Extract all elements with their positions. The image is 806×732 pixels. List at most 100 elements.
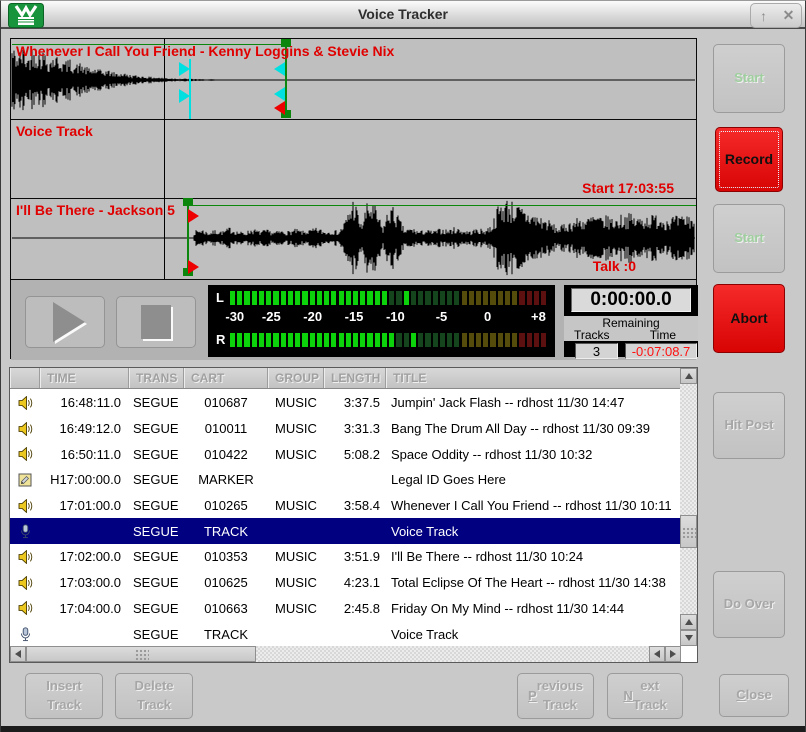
log-row[interactable]: 17:02:00.0SEGUE010353MUSIC3:51.9I'll Be … — [10, 544, 681, 570]
start-button-2[interactable]: Start — [713, 204, 785, 273]
track3-title: I'll Be There - Jackson 5 — [16, 202, 175, 218]
previous-track-button[interactable]: Previous Track — [517, 673, 594, 719]
time-remaining-value: -0:07:08.7 — [625, 343, 697, 359]
record-button[interactable]: Record — [715, 127, 783, 192]
log-row[interactable]: 17:03:00.0SEGUE010625MUSIC4:23.1Total Ec… — [10, 570, 681, 596]
meter-scale-label: -15 — [345, 309, 364, 324]
meter-segment — [331, 291, 336, 305]
segue-end-marker-icon[interactable] — [274, 62, 285, 76]
meter-segment — [505, 291, 510, 305]
waveform-display[interactable] — [11, 39, 696, 279]
meter-segment — [418, 333, 423, 347]
insert-track-button[interactable]: Insert Track — [25, 673, 103, 719]
column-header-length[interactable]: LENGTH — [324, 368, 386, 388]
log-row[interactable]: 17:01:00.0SEGUE010265MUSIC3:58.4Whenever… — [10, 493, 681, 519]
meter-left-label: L — [216, 290, 224, 305]
arrow-up-icon — [685, 619, 693, 625]
meter-scale-label: -30 — [225, 309, 244, 324]
meter-scale-label: +8 — [531, 309, 546, 324]
meter-segment — [317, 333, 322, 347]
vertical-scrollbar[interactable] — [680, 368, 697, 646]
scroll-left-button[interactable] — [10, 646, 26, 662]
meter-segment — [331, 333, 336, 347]
meter-right-bar — [230, 333, 548, 347]
hit-post-button[interactable]: Hit Post — [713, 392, 785, 459]
delete-track-button[interactable]: Delete Track — [115, 673, 193, 719]
cell-group: MUSIC — [268, 416, 324, 442]
segue-marker-icon[interactable] — [179, 62, 190, 76]
track3-start-marker-icon[interactable] — [188, 260, 199, 274]
log-row[interactable]: 16:50:11.0SEGUE010422MUSIC5:08.2Space Od… — [10, 441, 681, 467]
segue-end-marker-icon[interactable] — [274, 87, 285, 101]
meter-segment — [259, 333, 264, 347]
close-button[interactable]: Close — [719, 674, 789, 717]
cell-title: Bang The Drum All Day -- rdhost 11/30 09… — [386, 416, 681, 442]
meter-segment — [244, 333, 249, 347]
cell-trans: SEGUE — [129, 596, 184, 622]
cell-trans: SEGUE — [129, 518, 184, 544]
cell-group — [268, 467, 324, 493]
play-button[interactable] — [25, 296, 105, 348]
meter-segment — [353, 291, 358, 305]
scroll-up-button[interactable] — [680, 368, 697, 384]
scroll-right-button[interactable] — [665, 646, 681, 662]
cell-trans: SEGUE — [129, 544, 184, 570]
horizontal-scroll-thumb[interactable] — [26, 646, 256, 662]
column-header-cart[interactable]: CART — [184, 368, 268, 388]
horizontal-scrollbar[interactable] — [10, 646, 681, 662]
close-window-icon[interactable]: ✕ — [779, 6, 799, 26]
meter-segment — [360, 291, 365, 305]
track2-start-time: Start 17:03:55 — [582, 180, 674, 196]
cell-title: Legal ID Goes Here — [386, 467, 681, 493]
speaker-icon — [18, 422, 33, 436]
track1-end-marker-icon[interactable] — [274, 101, 285, 115]
cell-cart: 010353 — [184, 544, 268, 570]
meter-segment — [252, 333, 257, 347]
meter-segment — [259, 291, 264, 305]
meter-segment — [281, 333, 286, 347]
column-header-trans[interactable]: TRANS — [129, 368, 184, 388]
meter-segment — [353, 333, 358, 347]
stop-button[interactable] — [116, 296, 196, 348]
log-row[interactable]: 16:48:11.0SEGUE010687MUSIC3:37.5Jumpin' … — [10, 390, 681, 416]
column-header-icon[interactable] — [10, 368, 40, 388]
meter-segment — [324, 333, 329, 347]
playout-cursor-line — [164, 39, 165, 279]
row-type-icon — [10, 544, 40, 570]
cell-trans: SEGUE — [129, 390, 184, 416]
next-track-button[interactable]: Next Track — [607, 673, 683, 719]
meter-segment — [230, 333, 235, 347]
track3-start-marker-icon[interactable] — [188, 209, 199, 223]
cell-length: 2:45.8 — [324, 596, 386, 622]
abort-button[interactable]: Abort — [713, 284, 785, 353]
log-row[interactable]: SEGUETRACKVoice Track — [10, 621, 681, 646]
row-type-icon — [10, 621, 40, 646]
cell-group: MUSIC — [268, 441, 324, 467]
row-type-icon — [10, 467, 40, 493]
cell-group — [268, 518, 324, 544]
vertical-scroll-thumb[interactable] — [680, 515, 697, 548]
scroll-up-button-2[interactable] — [680, 614, 697, 630]
shade-window-icon[interactable]: ↑ — [754, 6, 774, 26]
meter-right-label: R — [216, 332, 225, 347]
do-over-button[interactable]: Do Over — [713, 571, 785, 638]
column-header-title[interactable]: TITLE — [386, 368, 681, 388]
column-header-time[interactable]: TIME — [40, 368, 129, 388]
scroll-left-button-2[interactable] — [649, 646, 665, 662]
meter-segment — [440, 291, 445, 305]
scroll-down-button[interactable] — [680, 630, 697, 646]
play-icon — [53, 302, 85, 342]
log-row[interactable]: 17:04:00.0SEGUE010663MUSIC2:45.8Friday O… — [10, 596, 681, 622]
log-row[interactable]: H17:00:00.0SEGUEMARKERLegal ID Goes Here — [10, 467, 681, 493]
meter-segment — [527, 291, 532, 305]
log-row[interactable]: 16:49:12.0SEGUE010011MUSIC3:31.3Bang The… — [10, 416, 681, 442]
segue-marker-icon[interactable] — [179, 89, 190, 103]
meter-segment — [339, 333, 344, 347]
column-header-group[interactable]: GROUP — [268, 368, 324, 388]
window-title: Voice Tracker — [1, 6, 805, 22]
meter-segment — [367, 333, 372, 347]
log-row-selected[interactable]: SEGUETRACKVoice Track — [10, 518, 681, 544]
tracks-label: Tracks — [574, 328, 610, 342]
start-button-1[interactable]: Start — [713, 44, 785, 113]
meter-segment — [454, 333, 459, 347]
